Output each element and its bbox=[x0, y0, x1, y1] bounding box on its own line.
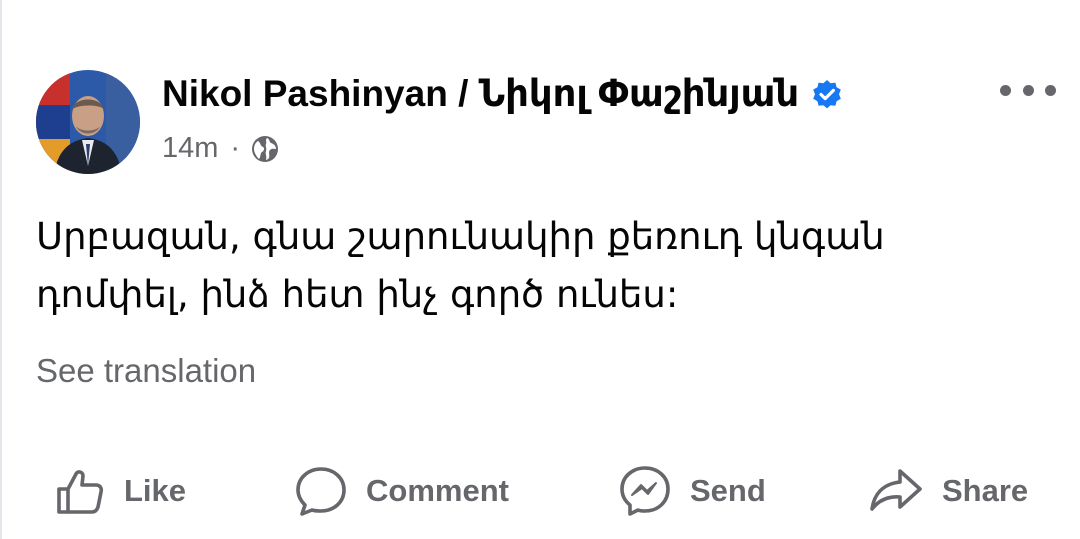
globe-icon bbox=[250, 134, 280, 164]
post-meta: 14m · bbox=[162, 132, 280, 165]
messenger-icon bbox=[618, 464, 672, 518]
comment-label: Comment bbox=[366, 473, 509, 508]
facebook-post-card: Nikol Pashinyan / Նիկոլ Փաշինյան 14m · Ս… bbox=[0, 0, 1080, 539]
author-name-text[interactable]: Nikol Pashinyan / Նիկոլ Փաշինյան bbox=[162, 72, 799, 115]
more-dot bbox=[1045, 84, 1056, 96]
meta-separator: · bbox=[230, 132, 241, 164]
post-timestamp[interactable]: 14m bbox=[162, 132, 218, 165]
author-avatar[interactable] bbox=[36, 70, 140, 174]
share-label: Share bbox=[942, 473, 1029, 508]
comment-button[interactable]: Comment bbox=[294, 458, 509, 524]
see-translation-link[interactable]: See translation bbox=[36, 352, 256, 390]
thumbs-up-icon bbox=[54, 465, 106, 517]
post-body-text: Սրբազան, գնա շարունակիր քեռուդ կնգան դոմ… bbox=[36, 215, 885, 316]
share-arrow-icon bbox=[868, 465, 924, 517]
more-options-icon[interactable] bbox=[1000, 78, 1056, 102]
more-dot bbox=[1000, 84, 1011, 96]
comment-bubble-icon bbox=[294, 464, 348, 518]
verified-badge-icon bbox=[811, 78, 843, 110]
more-dot bbox=[1022, 84, 1034, 96]
send-label: Send bbox=[690, 473, 766, 508]
like-label: Like bbox=[124, 473, 187, 508]
post-action-bar: Like Comment Send Share bbox=[2, 458, 1080, 524]
post-author-name[interactable]: Nikol Pashinyan / Նիկոլ Փաշինյան bbox=[162, 72, 843, 115]
like-button[interactable]: Like bbox=[54, 458, 186, 524]
send-button[interactable]: Send bbox=[618, 458, 766, 524]
share-button[interactable]: Share bbox=[868, 458, 1028, 524]
